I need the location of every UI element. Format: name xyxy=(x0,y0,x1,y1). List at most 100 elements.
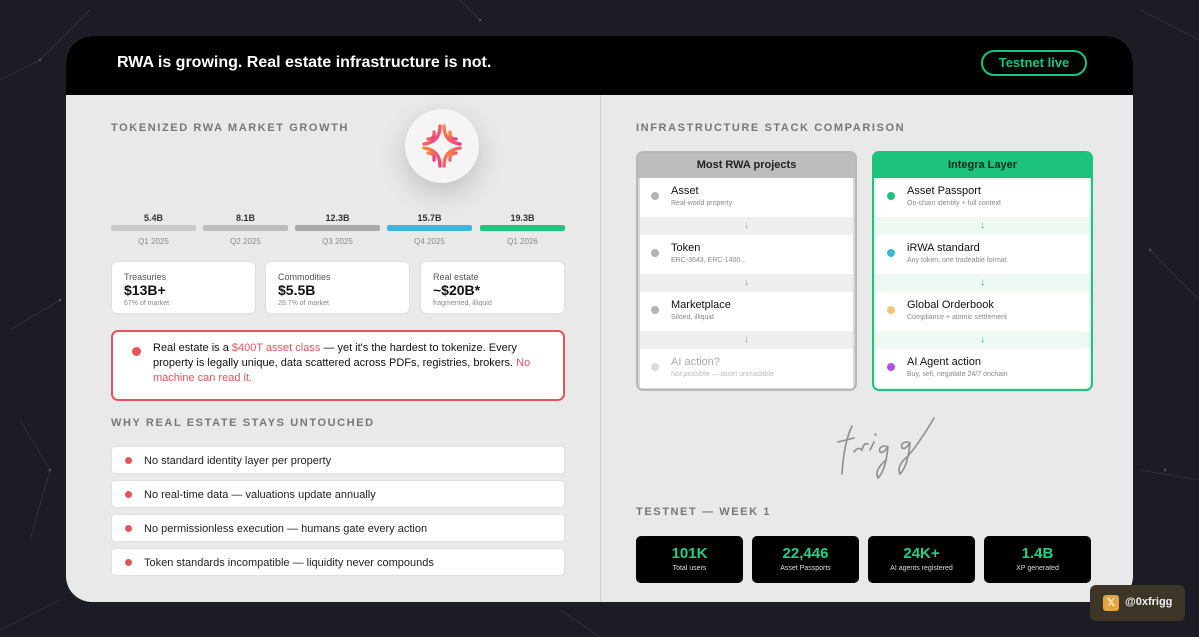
row-name: Asset Passport xyxy=(907,185,981,197)
stat-card-real-estate: Real estate ~$20B* fragmented, illiquid xyxy=(420,261,565,314)
arrow-down-icon: ↓ xyxy=(640,331,853,349)
metric-caption: AI agents registered xyxy=(890,565,953,572)
bullet-dot-icon xyxy=(125,559,132,566)
header-bar: RWA is growing. Real estate infrastructu… xyxy=(66,36,1133,95)
testnet-week-label: TESTNET — WEEK 1 xyxy=(636,506,771,518)
alert-dot-icon xyxy=(132,347,141,356)
stack-row-ai-action: AI action? Not possible — asset unreadab… xyxy=(640,349,853,388)
bar-q3-2025 xyxy=(295,225,380,231)
frigg-signature xyxy=(837,417,935,480)
status-dot-icon xyxy=(887,306,895,314)
column-divider xyxy=(600,95,601,602)
stat-sub: 28.7% of market xyxy=(278,300,329,307)
row-desc: Compliance + atomic settlement xyxy=(907,314,1007,321)
bar-quarter-label: Q4 2025 xyxy=(414,237,445,246)
stack-row-asset-passport: Asset Passport On-chain identity + full … xyxy=(876,178,1089,217)
brand-logo xyxy=(405,109,479,183)
row-name: AI action? xyxy=(671,356,720,368)
row-desc: Not possible — asset unreadable xyxy=(671,371,775,378)
status-dot-icon xyxy=(651,306,659,314)
stack-row-ai-agent-action: AI Agent action Buy, sell, negotiate 24/… xyxy=(876,349,1089,388)
metric-ai-agents: 24K+ AI agents registered xyxy=(868,536,975,583)
most-rwa-projects-column: Most RWA projects Asset Real-world prope… xyxy=(636,151,857,391)
stat-value: $13B+ xyxy=(124,282,166,298)
status-dot-icon xyxy=(887,192,895,200)
stat-label: Treasuries xyxy=(124,272,167,282)
reason-item: No standard identity layer per property xyxy=(111,446,565,474)
bar-quarter-label: Q2 2025 xyxy=(230,237,261,246)
metric-value: 22,446 xyxy=(782,545,829,562)
reason-text: No real-time data — valuations update an… xyxy=(144,489,376,501)
x-icon: 𝕏 xyxy=(1103,595,1119,611)
row-name: AI Agent action xyxy=(907,356,981,368)
arrow-down-icon: ↓ xyxy=(640,217,853,235)
row-desc: Any token, one tradeable format xyxy=(907,257,1007,264)
bar-value: 12.3B xyxy=(325,213,350,223)
social-handle-badge[interactable]: 𝕏 @0xfrigg xyxy=(1090,585,1185,621)
row-desc: Siloed, illiquid xyxy=(671,314,714,321)
bar-quarter-label: Q3 2025 xyxy=(322,237,353,246)
status-dot-icon xyxy=(887,249,895,257)
integra-layer-column: Integra Layer Asset Passport On-chain id… xyxy=(872,151,1093,391)
row-name: Marketplace xyxy=(671,299,731,311)
stat-label: Real estate xyxy=(433,272,479,282)
metric-caption: XP generated xyxy=(1016,565,1059,572)
metric-total-users: 101K Total users xyxy=(636,536,743,583)
why-untouched-label: WHY REAL ESTATE STAYS UNTOUCHED xyxy=(111,417,375,429)
arrow-down-icon: ↓ xyxy=(876,274,1089,292)
reason-text: Token standards incompatible — liquidity… xyxy=(144,557,434,569)
row-name: Asset xyxy=(671,185,699,197)
stat-value: ~$20B* xyxy=(433,282,481,298)
bar-value: 5.4B xyxy=(143,213,163,223)
reason-item: No permissionless execution — humans gat… xyxy=(111,514,565,542)
status-dot-icon xyxy=(651,249,659,257)
stack-comparison-label: INFRASTRUCTURE STACK COMPARISON xyxy=(636,122,906,134)
row-desc: Buy, sell, negotiate 24/7 onchain xyxy=(907,371,1008,378)
bar-q1-2025 xyxy=(111,225,196,231)
metric-xp-generated: 1.4B XP generated xyxy=(984,536,1091,583)
column-title: Most RWA projects xyxy=(638,153,855,178)
stack-row-token: Token ERC-3643, ERC-1400... xyxy=(640,235,853,274)
stat-card-commodities: Commodities $5.5B 28.7% of market xyxy=(265,261,410,314)
stack-row-global-orderbook: Global Orderbook Compliance + atomic set… xyxy=(876,292,1089,331)
row-desc: Real-world property xyxy=(671,200,733,207)
status-dot-icon xyxy=(651,192,659,200)
real-estate-alert: Real estate is a $400T asset class — yet… xyxy=(111,330,565,401)
bar-quarter-label: Q1 2025 xyxy=(138,237,169,246)
stack-row-irwa-standard: iRWA standard Any token, one tradeable f… xyxy=(876,235,1089,274)
main-card: RWA is growing. Real estate infrastructu… xyxy=(66,36,1133,602)
headline: RWA is growing. Real estate infrastructu… xyxy=(117,54,492,71)
bullet-dot-icon xyxy=(125,457,132,464)
bar-q4-2025 xyxy=(387,225,472,231)
stat-sub: 67% of market xyxy=(124,300,170,307)
testnet-live-button[interactable]: Testnet live xyxy=(981,50,1087,76)
metric-caption: Asset Passports xyxy=(780,565,831,572)
row-name: Global Orderbook xyxy=(907,299,994,311)
reason-item: No real-time data — valuations update an… xyxy=(111,480,565,508)
row-name: iRWA standard xyxy=(907,242,980,254)
bar-q2-2025 xyxy=(203,225,288,231)
bar-value: 19.3B xyxy=(510,213,535,223)
metric-caption: Total users xyxy=(672,565,707,572)
metric-value: 24K+ xyxy=(903,545,940,562)
metric-value: 101K xyxy=(671,545,708,562)
market-growth-label: TOKENIZED RWA MARKET GROWTH xyxy=(111,122,349,134)
metric-value: 1.4B xyxy=(1021,545,1054,562)
reason-text: No standard identity layer per property xyxy=(144,455,332,467)
status-dot-icon xyxy=(887,363,895,371)
bullet-dot-icon xyxy=(125,525,132,532)
stat-sub: fragmented, illiquid xyxy=(433,300,492,307)
alert-highlight: $400T asset class xyxy=(231,342,321,354)
stack-row-asset: Asset Real-world property xyxy=(640,178,853,217)
stack-row-marketplace: Marketplace Siloed, illiquid xyxy=(640,292,853,331)
arrow-down-icon: ↓ xyxy=(640,274,853,292)
alert-text: Real estate is a $400T asset class — yet… xyxy=(153,341,553,386)
handle-text: @0xfrigg xyxy=(1125,596,1173,608)
bar-value: 15.7B xyxy=(417,213,442,223)
reason-item: Token standards incompatible — liquidity… xyxy=(111,548,565,576)
bar-q1-2026 xyxy=(480,225,565,231)
bar-value: 8.1B xyxy=(235,213,255,223)
stat-label: Commodities xyxy=(278,272,331,282)
logo-icon xyxy=(422,124,462,168)
stat-value: $5.5B xyxy=(278,282,316,298)
